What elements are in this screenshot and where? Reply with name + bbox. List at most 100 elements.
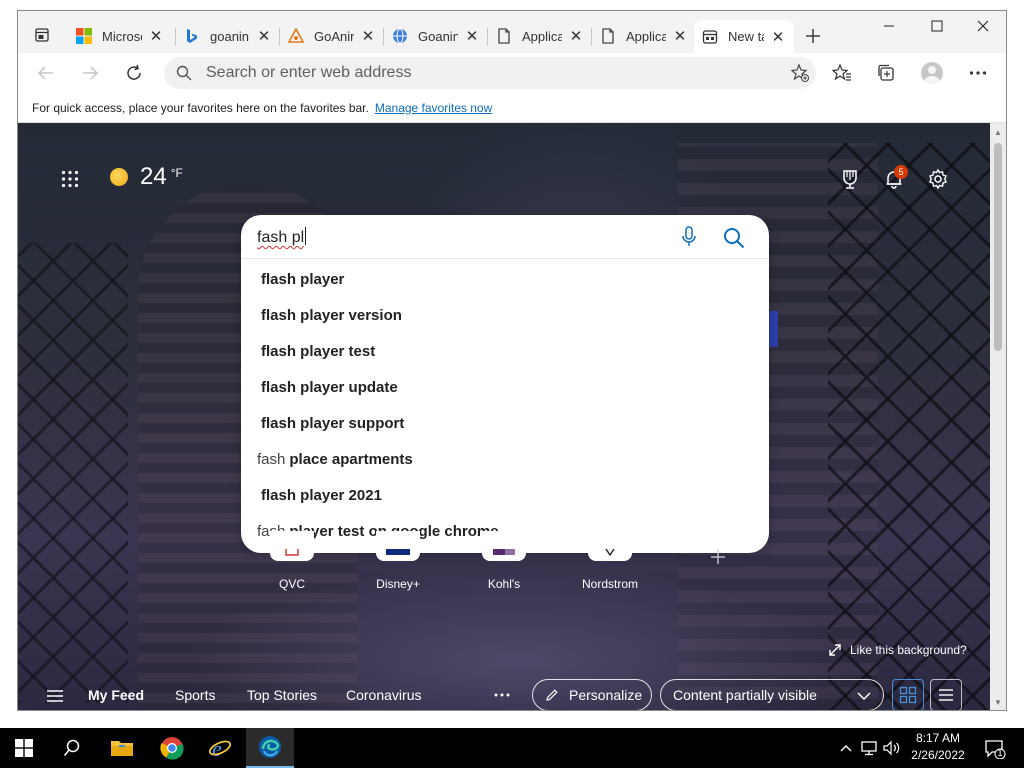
- tab-label: New ta: [728, 29, 764, 44]
- quick-link-disney-tile[interactable]: [376, 531, 420, 561]
- forward-arrow-icon: [83, 66, 98, 80]
- list-view-button[interactable]: [930, 679, 962, 710]
- new-tab-page: 24 °F 5 fash pl flash player flash playe…: [18, 123, 990, 710]
- network-button[interactable]: [858, 728, 880, 768]
- settings-more-button[interactable]: [962, 57, 994, 89]
- personalize-button[interactable]: Personalize: [532, 679, 652, 710]
- close-icon[interactable]: ✕: [568, 28, 584, 45]
- personalize-label: Personalize: [569, 687, 643, 703]
- search-input-row[interactable]: fash pl: [241, 215, 769, 259]
- star-add-icon: [790, 63, 810, 83]
- maximize-icon: [931, 20, 943, 32]
- show-hidden-icons-button[interactable]: [836, 728, 856, 768]
- suggestion-item[interactable]: flash player test: [241, 333, 769, 369]
- quick-link-qvc-tile[interactable]: [270, 531, 314, 561]
- bing-logo-icon: [184, 28, 200, 44]
- scrollbar-thumb[interactable]: [994, 143, 1002, 351]
- content-visibility-dropdown[interactable]: Content partially visible: [660, 679, 884, 710]
- feed-tab-sports[interactable]: Sports: [175, 687, 215, 703]
- internet-explorer-button[interactable]: e: [196, 728, 244, 768]
- grid-view-button[interactable]: [892, 679, 924, 710]
- tab-microsoft[interactable]: Microso ✕: [68, 20, 172, 52]
- address-bar[interactable]: [164, 57, 816, 89]
- add-quick-link-button[interactable]: [706, 545, 730, 569]
- windows-logo-icon: [15, 739, 33, 757]
- tab-new-tab[interactable]: New ta ✕: [694, 20, 794, 53]
- tab-label: goanin: [210, 28, 250, 44]
- add-favorite-button[interactable]: [788, 61, 812, 85]
- app-launcher-icon: [61, 170, 79, 188]
- tab-goanin-bing[interactable]: goanin ✕: [176, 20, 280, 52]
- quick-link-kohls-tile[interactable]: [482, 531, 526, 561]
- action-center-button[interactable]: 1: [982, 736, 1008, 762]
- tab-label: Applica: [522, 28, 562, 44]
- suggestion-item[interactable]: flash player version: [241, 297, 769, 333]
- voice-search-button[interactable]: [677, 225, 701, 249]
- clock-time: 8:17 AM: [915, 731, 961, 745]
- search-query[interactable]: fash pl: [257, 227, 307, 247]
- suggestion-item[interactable]: fash place apartments: [241, 441, 769, 477]
- new-tab-button[interactable]: [800, 23, 826, 49]
- weather-widget[interactable]: 24 °F: [110, 163, 183, 191]
- rewards-button[interactable]: [836, 165, 864, 193]
- start-button[interactable]: [0, 728, 48, 768]
- close-icon[interactable]: ✕: [770, 29, 786, 46]
- taskbar-search-button[interactable]: [48, 728, 96, 768]
- quick-link-nordstrom-tile[interactable]: [588, 531, 632, 561]
- file-explorer-button[interactable]: [98, 728, 146, 768]
- quick-link-label[interactable]: Kohl's: [459, 577, 549, 591]
- feed-menu-button[interactable]: [44, 685, 66, 707]
- quick-link-label[interactable]: QVC: [247, 577, 337, 591]
- tab-actions-button[interactable]: [24, 20, 60, 50]
- profile-button[interactable]: [916, 57, 948, 89]
- quick-link-label[interactable]: Disney+: [353, 577, 443, 591]
- manage-favorites-link[interactable]: Manage favorites now: [375, 101, 492, 115]
- taskbar-clock[interactable]: 8:17 AM 2/26/2022: [898, 730, 978, 764]
- maximize-button[interactable]: [914, 11, 960, 41]
- feed-tab-top-stories[interactable]: Top Stories: [247, 687, 317, 703]
- close-icon[interactable]: ✕: [360, 28, 376, 45]
- page-settings-button[interactable]: [924, 165, 952, 193]
- quick-link-label[interactable]: Nordstrom: [565, 577, 655, 591]
- edge-button[interactable]: [246, 728, 294, 768]
- more-dots-icon: [969, 71, 987, 75]
- feed-more-button[interactable]: [490, 683, 514, 707]
- tab-goanimate[interactable]: GoAnin ✕: [280, 20, 384, 52]
- browser-window: Microso ✕ goanin ✕ GoAnin ✕ Goanin ✕ App…: [17, 10, 1007, 711]
- forward-button[interactable]: [74, 57, 106, 89]
- like-background-link[interactable]: Like this background?: [828, 643, 967, 657]
- close-icon[interactable]: ✕: [256, 28, 272, 45]
- address-input[interactable]: [206, 59, 788, 87]
- grid-view-icon: [899, 686, 917, 704]
- refresh-button[interactable]: [118, 57, 150, 89]
- close-window-button[interactable]: [960, 11, 1006, 41]
- close-icon[interactable]: ✕: [464, 28, 480, 45]
- suggestion-item[interactable]: flash player update: [241, 369, 769, 405]
- chrome-button[interactable]: [148, 728, 196, 768]
- notifications-button[interactable]: 5: [880, 165, 908, 193]
- document-icon: [496, 28, 512, 44]
- suggestion-item[interactable]: flash player: [241, 261, 769, 297]
- feed-tab-my-feed[interactable]: My Feed: [88, 687, 144, 703]
- back-button[interactable]: [30, 57, 62, 89]
- vertical-scrollbar[interactable]: ▲ ▼: [990, 123, 1006, 710]
- close-icon[interactable]: ✕: [672, 28, 688, 45]
- scroll-up-arrow-icon[interactable]: ▲: [990, 125, 1006, 139]
- collections-button[interactable]: [870, 57, 902, 89]
- collections-icon: [878, 64, 894, 81]
- tab-goanin-globe[interactable]: Goanin ✕: [384, 20, 488, 52]
- suggestion-item[interactable]: flash player support: [241, 405, 769, 441]
- tab-application-2[interactable]: Applica ✕: [592, 20, 696, 52]
- disney-logo-icon: [386, 549, 410, 555]
- app-launcher-button[interactable]: [58, 167, 82, 191]
- tab-application-1[interactable]: Applica ✕: [488, 20, 592, 52]
- close-icon[interactable]: ✕: [148, 28, 164, 45]
- minimize-button[interactable]: [866, 11, 912, 41]
- suggestion-item[interactable]: flash player 2021: [241, 477, 769, 513]
- tab-label: Microso: [102, 28, 142, 44]
- feed-tab-coronavirus[interactable]: Coronavirus: [346, 687, 421, 703]
- scroll-down-arrow-icon[interactable]: ▼: [990, 695, 1006, 709]
- favorites-button[interactable]: [826, 57, 858, 89]
- trophy-icon: [843, 170, 857, 189]
- search-submit-button[interactable]: [721, 225, 747, 251]
